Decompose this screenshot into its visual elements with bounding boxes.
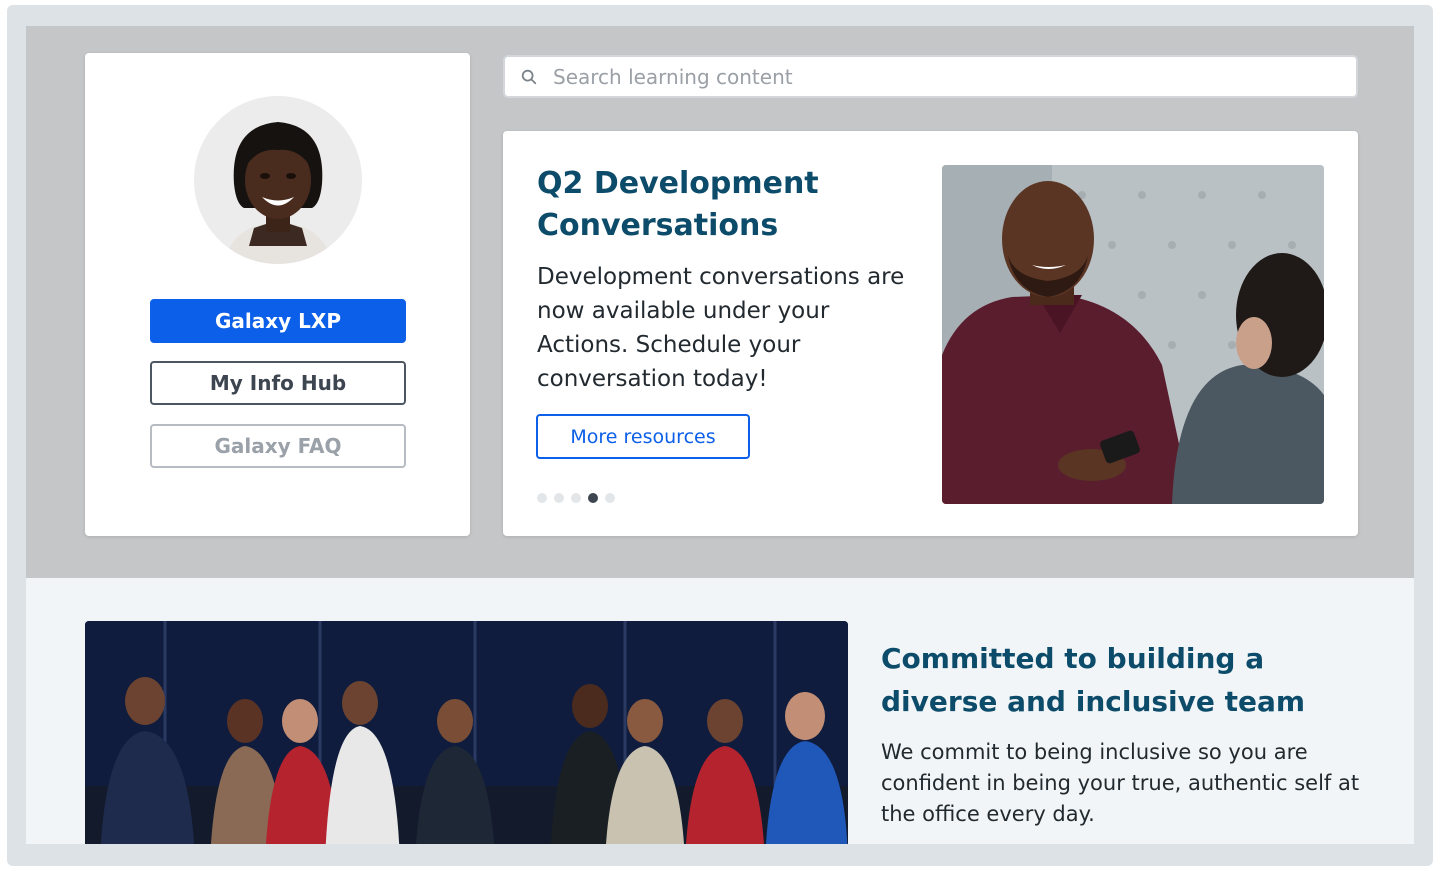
feature-photo: [942, 165, 1324, 504]
avatar: [194, 96, 362, 264]
search-input[interactable]: [553, 64, 1356, 89]
carousel-dot[interactable]: [537, 493, 547, 503]
team-photo: [85, 621, 848, 844]
galaxy-faq-label: Galaxy FAQ: [214, 434, 342, 458]
profile-card: Galaxy LXP My Info Hub Galaxy FAQ: [85, 53, 470, 536]
more-resources-label: More resources: [570, 425, 716, 448]
search-bar[interactable]: [503, 55, 1358, 98]
galaxy-faq-button[interactable]: Galaxy FAQ: [150, 424, 406, 468]
group-photo: [85, 621, 848, 844]
hero-band: Galaxy LXP My Info Hub Galaxy FAQ Q2 Dev…: [26, 26, 1414, 578]
feature-body: Development conversations are now availa…: [537, 264, 905, 392]
carousel-dots: [537, 493, 615, 503]
carousel-dot[interactable]: [554, 493, 564, 503]
meeting-photo: [942, 165, 1324, 504]
my-info-hub-button[interactable]: My Info Hub: [150, 361, 406, 405]
galaxy-lxp-label: Galaxy LXP: [215, 309, 341, 333]
carousel-dot[interactable]: [571, 493, 581, 503]
page-canvas: Galaxy LXP My Info Hub Galaxy FAQ Q2 Dev…: [26, 26, 1414, 844]
feature-title: Q2 Development Conversations: [537, 166, 819, 243]
search-icon: [521, 69, 537, 84]
more-resources-button[interactable]: More resources: [536, 414, 750, 459]
my-info-hub-label: My Info Hub: [209, 371, 347, 395]
team-title: Committed to building a diverse and incl…: [881, 642, 1306, 718]
galaxy-lxp-button[interactable]: Galaxy LXP: [150, 299, 406, 343]
feature-card: Q2 Development Conversations Development…: [503, 131, 1358, 536]
carousel-dot-active[interactable]: [588, 493, 598, 503]
user-avatar-photo: [194, 96, 362, 264]
team-body: We commit to being inclusive so you are …: [881, 740, 1360, 826]
carousel-dot[interactable]: [605, 493, 615, 503]
